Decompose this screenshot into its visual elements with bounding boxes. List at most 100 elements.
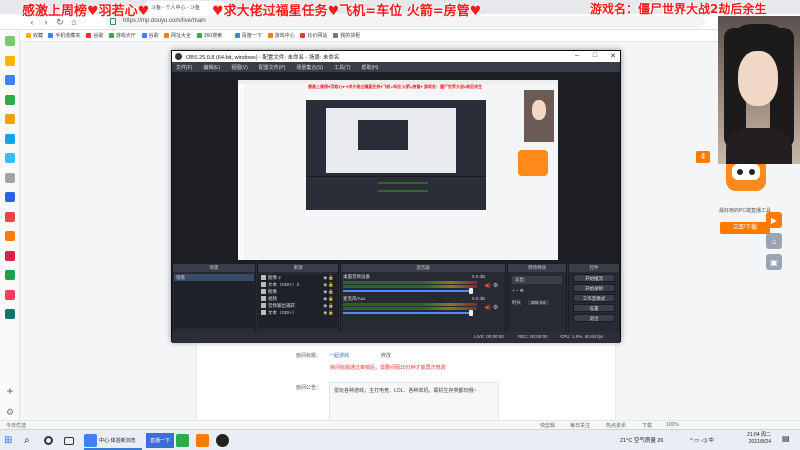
obs-window: OBS 25.0.8 (64-bit, windows) - 配置文件: 未命名… [171,50,621,343]
bookmark-label: 谷歌 [148,33,159,39]
announce-textarea[interactable]: 雷玩各种游戏，主打电竞、LOL、各种单机，联机生存类都玩哦~ [329,382,499,422]
dock-app-icon[interactable] [5,172,15,183]
obs-menubar: 文件(F) 编辑(E) 视图(V) 配置文件(P) 场景集合(S) 工具(T) 帮助(H) [172,62,620,72]
visibility-icon[interactable]: ◉ 🔒 [323,296,334,302]
status-item[interactable]: 快剪辑 [540,422,555,429]
volume-fader[interactable] [343,312,473,314]
visibility-icon[interactable]: ◉ 🔒 [323,275,334,281]
dock-app-icon[interactable] [5,231,15,241]
source-item[interactable]: 图像 ◉ 🔒 [259,288,337,295]
home-icon[interactable]: ⌂ [766,233,782,249]
dock-app-icon[interactable] [5,114,15,124]
dock-app-icon[interactable] [5,211,15,222]
obs-menu-item[interactable]: 视图(V) [231,65,248,71]
obs-control-button[interactable]: 设置 [573,304,615,312]
notification-icon[interactable]: ▤ [782,434,790,443]
dock-app-icon[interactable] [5,133,15,144]
controls-header: 控件 [569,264,619,272]
mute-speaker-icon[interactable]: ◀) [484,282,491,289]
source-item[interactable]: 视频 ◉ 🔒 [259,295,337,302]
tray-icons[interactable]: ^ ▭ ◁) 中 [690,436,714,444]
dock-app-icon[interactable] [5,36,15,46]
transitions-header: 转场特效 [508,264,566,272]
taskbar-browser[interactable]: 中心·体验新浏览 [84,433,136,448]
bookmark-item[interactable]: 收藏 [26,32,43,39]
dock-app-icon[interactable] [5,75,15,85]
ad-download-button[interactable]: 立即下载 [720,222,770,234]
dock-app-icon[interactable] [5,309,15,319]
obs-control-button[interactable]: 工作室模式 [573,294,615,302]
dock-app-icon[interactable] [5,250,15,261]
bookmark-label: 我的货柜 [340,33,361,39]
duration-input[interactable]: 300 ms [528,300,549,305]
dock-app-icon[interactable] [5,153,15,163]
mute-speaker-icon[interactable]: ◀) [484,304,491,311]
bookmark-item[interactable]: 百度一下 [234,32,262,39]
room-title-value[interactable]: 一起游戏 [329,352,349,359]
bookmark-item[interactable]: 游戏大厅 [108,32,136,39]
visibility-icon[interactable]: ◉ 🔒 [323,310,334,316]
maximize-button[interactable]: □ [590,52,600,59]
status-item[interactable]: 100% [666,422,679,428]
obs-control-button[interactable]: 开始推流 [573,274,615,282]
fader-knob[interactable] [469,288,473,294]
status-left-label[interactable]: 今日优选 [6,422,26,429]
close-button[interactable]: ✕ [608,52,618,60]
obs-menu-item[interactable]: 工具(T) [334,65,350,71]
bookmark-item[interactable]: 我的货柜 [333,32,360,39]
volume-fader[interactable] [343,290,473,292]
visibility-icon[interactable]: ◉ 🔒 [323,303,334,309]
weather-text[interactable]: 21°C 空气质量 26 [620,436,663,444]
dock-app-icon[interactable] [5,192,15,202]
add-icon[interactable]: + [4,384,16,398]
status-item[interactable]: 每日关注 [570,422,590,429]
obs-docks: 场景 场景 + − ∧ ∨ 来源 图像 2 ◉ 🔒 文本（GDI+）2 ◉ 🔒 图像 ◉ … [172,263,620,343]
obs-menu-item[interactable]: 文件(F) [176,65,192,71]
source-item[interactable]: 音频输出捕获 ◉ 🔒 [259,302,337,309]
douyu-app-icon[interactable] [196,433,211,448]
play-icon[interactable]: ▶ [766,212,782,228]
source-item[interactable]: 文本（GDI+） ◉ 🔒 [259,309,337,316]
obs-menu-item[interactable]: 配置文件(P) [259,65,286,71]
wechat-icon[interactable] [176,433,191,448]
bookmark-item[interactable]: 游戏中心 [267,32,295,39]
obs-control-button[interactable]: 退出 [573,314,615,322]
app-icon[interactable]: ▣ [766,254,782,270]
bookmark-item[interactable]: 比价网站 [300,32,327,39]
start-button[interactable]: ⊞ [4,433,12,448]
transition-add-remove[interactable]: + − ⚙ [512,288,524,294]
bookmark-item[interactable]: 360搜索 [196,32,222,39]
dock-app-icon[interactable] [5,270,15,280]
obs-menu-item[interactable]: 场景集合(S) [296,65,323,71]
cortana-icon[interactable] [44,433,55,448]
scene-item[interactable]: 场景 [174,274,254,281]
obs-taskbar-icon[interactable] [216,433,231,448]
bookmark-item[interactable]: 谷歌 [86,32,103,39]
search-button[interactable]: ⌕ [24,433,30,448]
mixer-gear-icon[interactable]: ⚙ [493,304,498,311]
source-item[interactable]: 文本（GDI+）2 ◉ 🔒 [259,281,337,288]
dock-app-icon[interactable] [5,289,15,300]
minimize-button[interactable]: – [572,52,582,59]
bookmark-item[interactable]: 谷歌 [141,32,159,39]
dock-app-icon[interactable] [5,94,15,105]
mixer-gear-icon[interactable]: ⚙ [493,282,498,289]
dock-app-icon[interactable] [5,55,15,66]
obs-menu-item[interactable]: 编辑(E) [203,65,220,71]
taskbar-app-2[interactable]: 直播一下 [146,433,175,448]
modify-link[interactable]: 修改 [381,352,391,359]
status-item[interactable]: 热点资讯 [606,422,626,429]
visibility-icon[interactable]: ◉ 🔒 [323,282,334,288]
clock[interactable]: 21:04 周二 2021/8/24 [731,432,771,446]
bookmark-item[interactable]: 网址大全 [164,32,191,39]
fader-knob[interactable] [469,310,473,316]
transition-select[interactable]: 淡出 [512,276,562,284]
obs-menu-item[interactable]: 帮助(H) [361,65,378,71]
visibility-icon[interactable]: ◉ 🔒 [323,289,334,295]
status-item[interactable]: 下载 [642,422,652,429]
taskview-icon[interactable] [64,433,76,448]
bookmark-item[interactable]: 手机收藏夹 [48,32,80,39]
settings-icon[interactable]: ⚙ [4,407,16,418]
source-item[interactable]: 图像 2 ◉ 🔒 [259,274,337,281]
obs-control-button[interactable]: 开始录制 [573,284,615,292]
